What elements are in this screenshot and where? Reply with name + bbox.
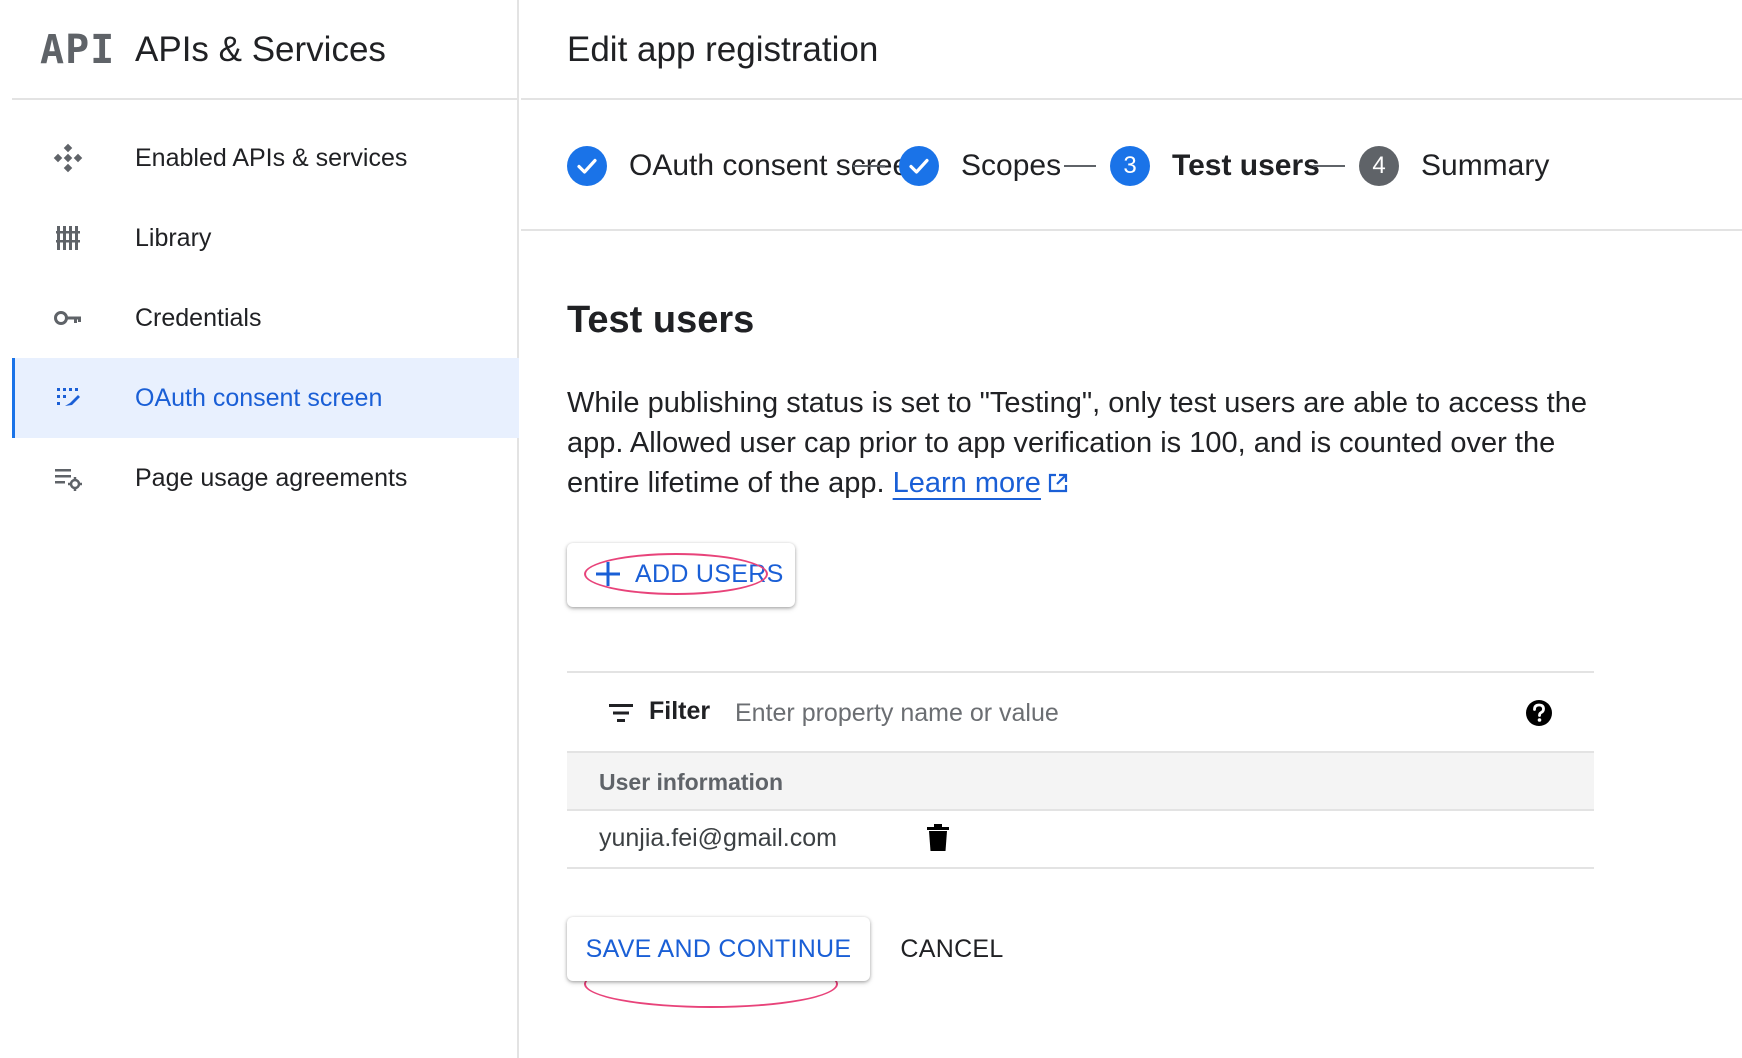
step-label: Summary [1421,148,1550,182]
check-icon [899,145,939,186]
cancel-button[interactable]: CANCEL [887,917,1017,981]
save-and-continue-button[interactable]: SAVE AND CONTINUE [567,917,870,981]
sidebar-item-label: Credentials [135,303,262,332]
step-test-users[interactable]: 3 Test users [1110,100,1320,231]
step-number: 3 [1110,145,1150,186]
test-users-table: Filter User information yunjia.fei@gmail… [567,671,1594,869]
diamond-grid-icon [52,142,84,174]
sidebar-item-page-usage[interactable]: Page usage agreements [12,438,519,518]
description-text: While publishing status is set to "Testi… [567,387,1587,499]
table-header-row: User information [567,753,1594,811]
sidebar-item-label: OAuth consent screen [135,383,383,412]
sidebar-item-enabled-apis[interactable]: Enabled APIs & services [12,118,519,198]
external-link-icon[interactable] [1047,465,1069,505]
filter-icon [607,699,635,732]
key-icon [52,302,84,334]
section-description: While publishing status is set to "Testi… [567,383,1607,505]
section-title: Test users [567,299,755,341]
check-icon [567,145,607,186]
table-row: yunjia.fei@gmail.com [567,811,1594,869]
sidebar-nav: Enabled APIs & services Library Credenti… [12,118,519,518]
sidebar-item-label: Page usage agreements [135,463,408,492]
sidebar-item-credentials[interactable]: Credentials [12,278,519,358]
add-users-label: ADD USERS [635,560,784,588]
plus-icon [593,558,623,595]
sidebar-item-label: Library [135,223,212,252]
sidebar-item-label: Enabled APIs & services [135,143,408,172]
product-title[interactable]: APIs & Services [135,29,386,71]
step-scopes[interactable]: Scopes [899,100,1061,231]
sidebar-item-library[interactable]: Library [12,198,519,278]
step-connector [1313,165,1345,167]
step-connector [1064,165,1096,167]
step-label: Scopes [961,148,1062,182]
settings-list-icon [52,462,84,494]
main-panel: Edit app registration OAuth consent scre… [521,0,1742,1058]
sidebar-item-oauth-consent[interactable]: OAuth consent screen [12,358,519,438]
learn-more-link[interactable]: Learn more [893,467,1041,499]
filter-label: Filter [649,697,711,725]
filter-input[interactable] [733,687,1413,739]
step-summary[interactable]: 4 Summary [1359,100,1549,231]
filter-bar: Filter [567,671,1594,753]
step-connector [853,165,885,167]
sidebar: API APIs & Services Enabled APIs & servi… [0,0,519,1058]
help-icon[interactable] [1524,698,1554,733]
step-number: 4 [1359,145,1399,186]
main-header: Edit app registration [521,0,1742,100]
add-users-button[interactable]: ADD USERS [567,543,795,607]
api-logo: API [40,27,116,73]
consent-icon [52,382,84,414]
sidebar-header: API APIs & Services [12,0,519,100]
delete-icon[interactable] [925,823,951,858]
page-title: Edit app registration [567,30,879,69]
step-label: Test users [1172,148,1320,182]
column-header-user-information[interactable]: User information [599,769,783,796]
user-email: yunjia.fei@gmail.com [599,824,837,852]
library-icon [52,222,84,254]
stepper: OAuth consent screen Scopes 3 Test users… [521,100,1742,231]
